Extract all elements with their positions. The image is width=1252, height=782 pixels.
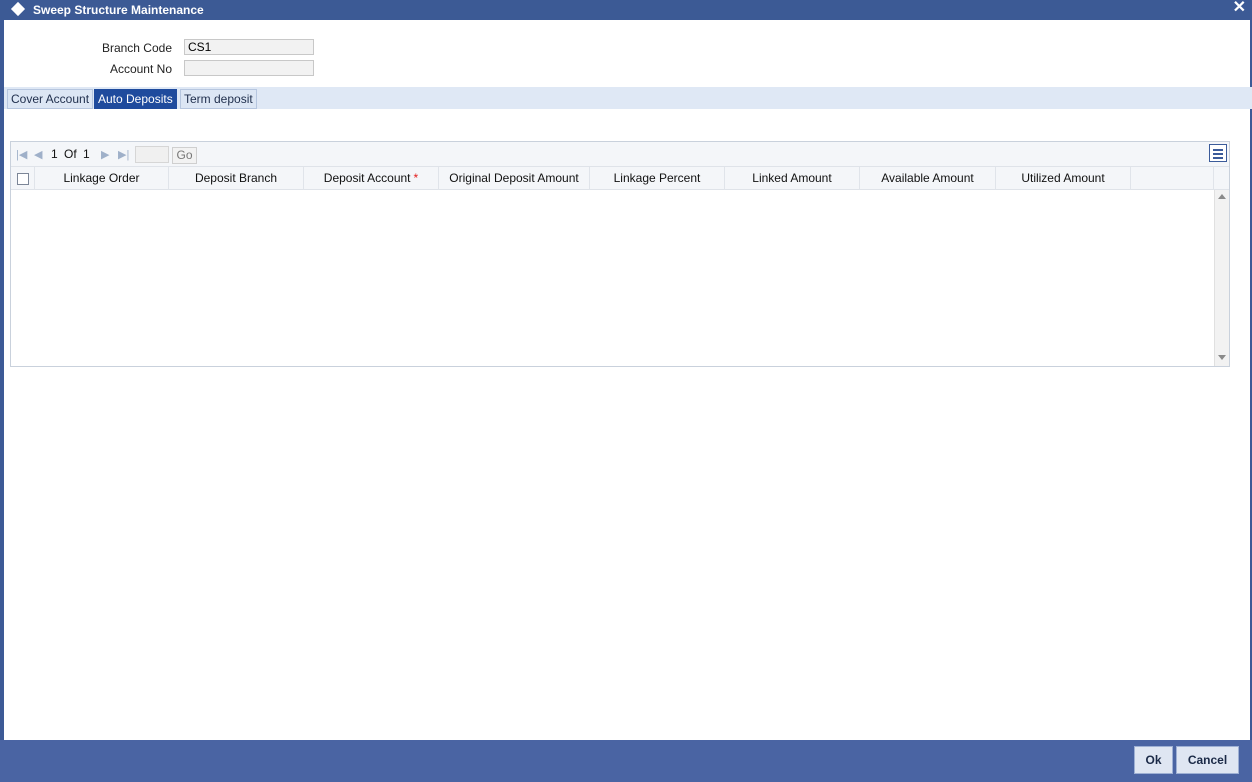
select-all-cell [11, 167, 35, 190]
next-page-icon[interactable]: ▶ [101, 148, 109, 161]
scroll-down-icon[interactable] [1218, 355, 1226, 360]
previous-page-icon[interactable]: ◀ [34, 148, 42, 161]
last-page-icon[interactable]: ▶| [118, 148, 129, 161]
branch-code-field[interactable] [184, 39, 314, 55]
col-linked-amount[interactable]: Linked Amount [725, 167, 860, 190]
select-all-checkbox[interactable] [17, 173, 29, 185]
ok-button[interactable]: Ok [1134, 746, 1173, 774]
col-deposit-branch[interactable]: Deposit Branch [169, 167, 304, 190]
cancel-button[interactable]: Cancel [1176, 746, 1239, 774]
col-utilized-amount[interactable]: Utilized Amount [996, 167, 1131, 190]
auto-deposits-grid: |◀ ◀ 1 Of 1 ▶ ▶| Go Linkage Order Deposi… [10, 141, 1230, 367]
first-page-icon[interactable]: |◀ [16, 148, 27, 161]
tab-auto-deposits[interactable]: Auto Deposits [94, 89, 177, 109]
col-linkage-percent[interactable]: Linkage Percent [590, 167, 725, 190]
grid-pagination-bar: |◀ ◀ 1 Of 1 ▶ ▶| Go [11, 142, 1229, 166]
col-spacer [1131, 167, 1214, 190]
tab-term-deposit[interactable]: Term deposit [180, 89, 257, 109]
col-linkage-order[interactable]: Linkage Order [35, 167, 169, 190]
page-of-label: Of [64, 147, 77, 161]
account-no-label: Account No [109, 62, 172, 76]
sweep-structure-window [0, 0, 1252, 782]
tab-cover-account[interactable]: Cover Account [7, 89, 94, 109]
grid-settings-icon[interactable] [1209, 144, 1227, 162]
scroll-up-icon[interactable] [1218, 194, 1226, 199]
grid-body [11, 190, 1214, 366]
col-deposit-account[interactable]: Deposit Account * [304, 167, 439, 190]
title-bar: Sweep Structure Maintenance ✕ [0, 0, 1252, 20]
grid-vertical-scrollbar[interactable] [1214, 190, 1229, 366]
col-available-amount[interactable]: Available Amount [860, 167, 996, 190]
window-title: Sweep Structure Maintenance [33, 3, 204, 17]
footer-bar: Ok Cancel [0, 740, 1252, 782]
grid-header-row: Linkage Order Deposit Branch Deposit Acc… [11, 166, 1229, 190]
col-deposit-account-label: Deposit Account [323, 171, 411, 185]
branch-code-label: Branch Code [101, 41, 172, 55]
current-page: 1 [51, 147, 58, 161]
go-button[interactable]: Go [172, 147, 197, 164]
close-icon[interactable]: ✕ [1233, 0, 1246, 16]
page-number-input[interactable] [135, 146, 169, 163]
window-diamond-icon [10, 1, 26, 17]
col-original-deposit-amount[interactable]: Original Deposit Amount [439, 167, 590, 190]
total-pages: 1 [83, 147, 90, 161]
account-no-field[interactable] [184, 60, 314, 76]
required-marker: * [413, 171, 419, 185]
